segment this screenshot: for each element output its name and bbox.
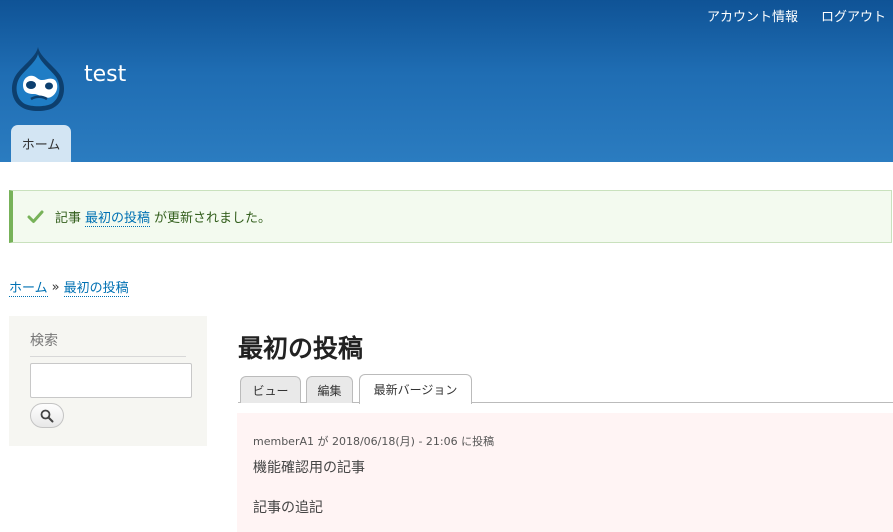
search-icon — [40, 409, 54, 422]
search-button[interactable] — [30, 403, 64, 428]
body-paragraph: 記事の追記 — [253, 500, 323, 516]
search-input[interactable] — [30, 363, 192, 398]
tab-latest-version[interactable]: 最新バージョン — [359, 374, 472, 404]
site-header: アカウント情報 ログアウト test ホーム — [0, 0, 893, 162]
status-suffix: が更新されました。 — [154, 211, 272, 226]
logout-link[interactable]: ログアウト — [821, 6, 886, 25]
secondary-menu: アカウント情報 ログアウト — [707, 6, 886, 25]
tab-edit[interactable]: 編集 — [306, 376, 353, 403]
drupal-logo-icon[interactable] — [9, 45, 67, 111]
local-tabs: ビュー 編集 最新バージョン — [238, 374, 893, 404]
breadcrumb: ホーム » 最初の投稿 — [9, 277, 129, 297]
status-prefix: 記事 — [55, 211, 82, 226]
breadcrumb-separator: » — [51, 279, 60, 295]
status-text: 記事 最初の投稿 が更新されました。 — [55, 207, 271, 227]
page-title: 最初の投稿 — [238, 334, 364, 363]
body-paragraph: 機能確認用の記事 — [253, 460, 365, 476]
breadcrumb-home[interactable]: ホーム — [9, 277, 48, 297]
main-nav-home[interactable]: ホーム — [11, 125, 71, 162]
status-message: 記事 最初の投稿 が更新されました。 — [9, 190, 892, 243]
check-icon — [27, 210, 44, 223]
tab-view[interactable]: ビュー — [240, 376, 301, 403]
status-article-link[interactable]: 最初の投稿 — [85, 207, 151, 227]
account-link[interactable]: アカウント情報 — [707, 6, 798, 25]
submitted-info: memberA1 が 2018/06/18(月) - 21:06 に投稿 — [253, 435, 495, 448]
site-name[interactable]: test — [84, 62, 126, 87]
sidebar-search-block: 検索 — [9, 316, 207, 446]
search-block-title: 検索 — [30, 330, 186, 357]
node-content: memberA1 が 2018/06/18(月) - 21:06 に投稿 機能確… — [237, 413, 893, 532]
breadcrumb-current[interactable]: 最初の投稿 — [63, 277, 129, 297]
